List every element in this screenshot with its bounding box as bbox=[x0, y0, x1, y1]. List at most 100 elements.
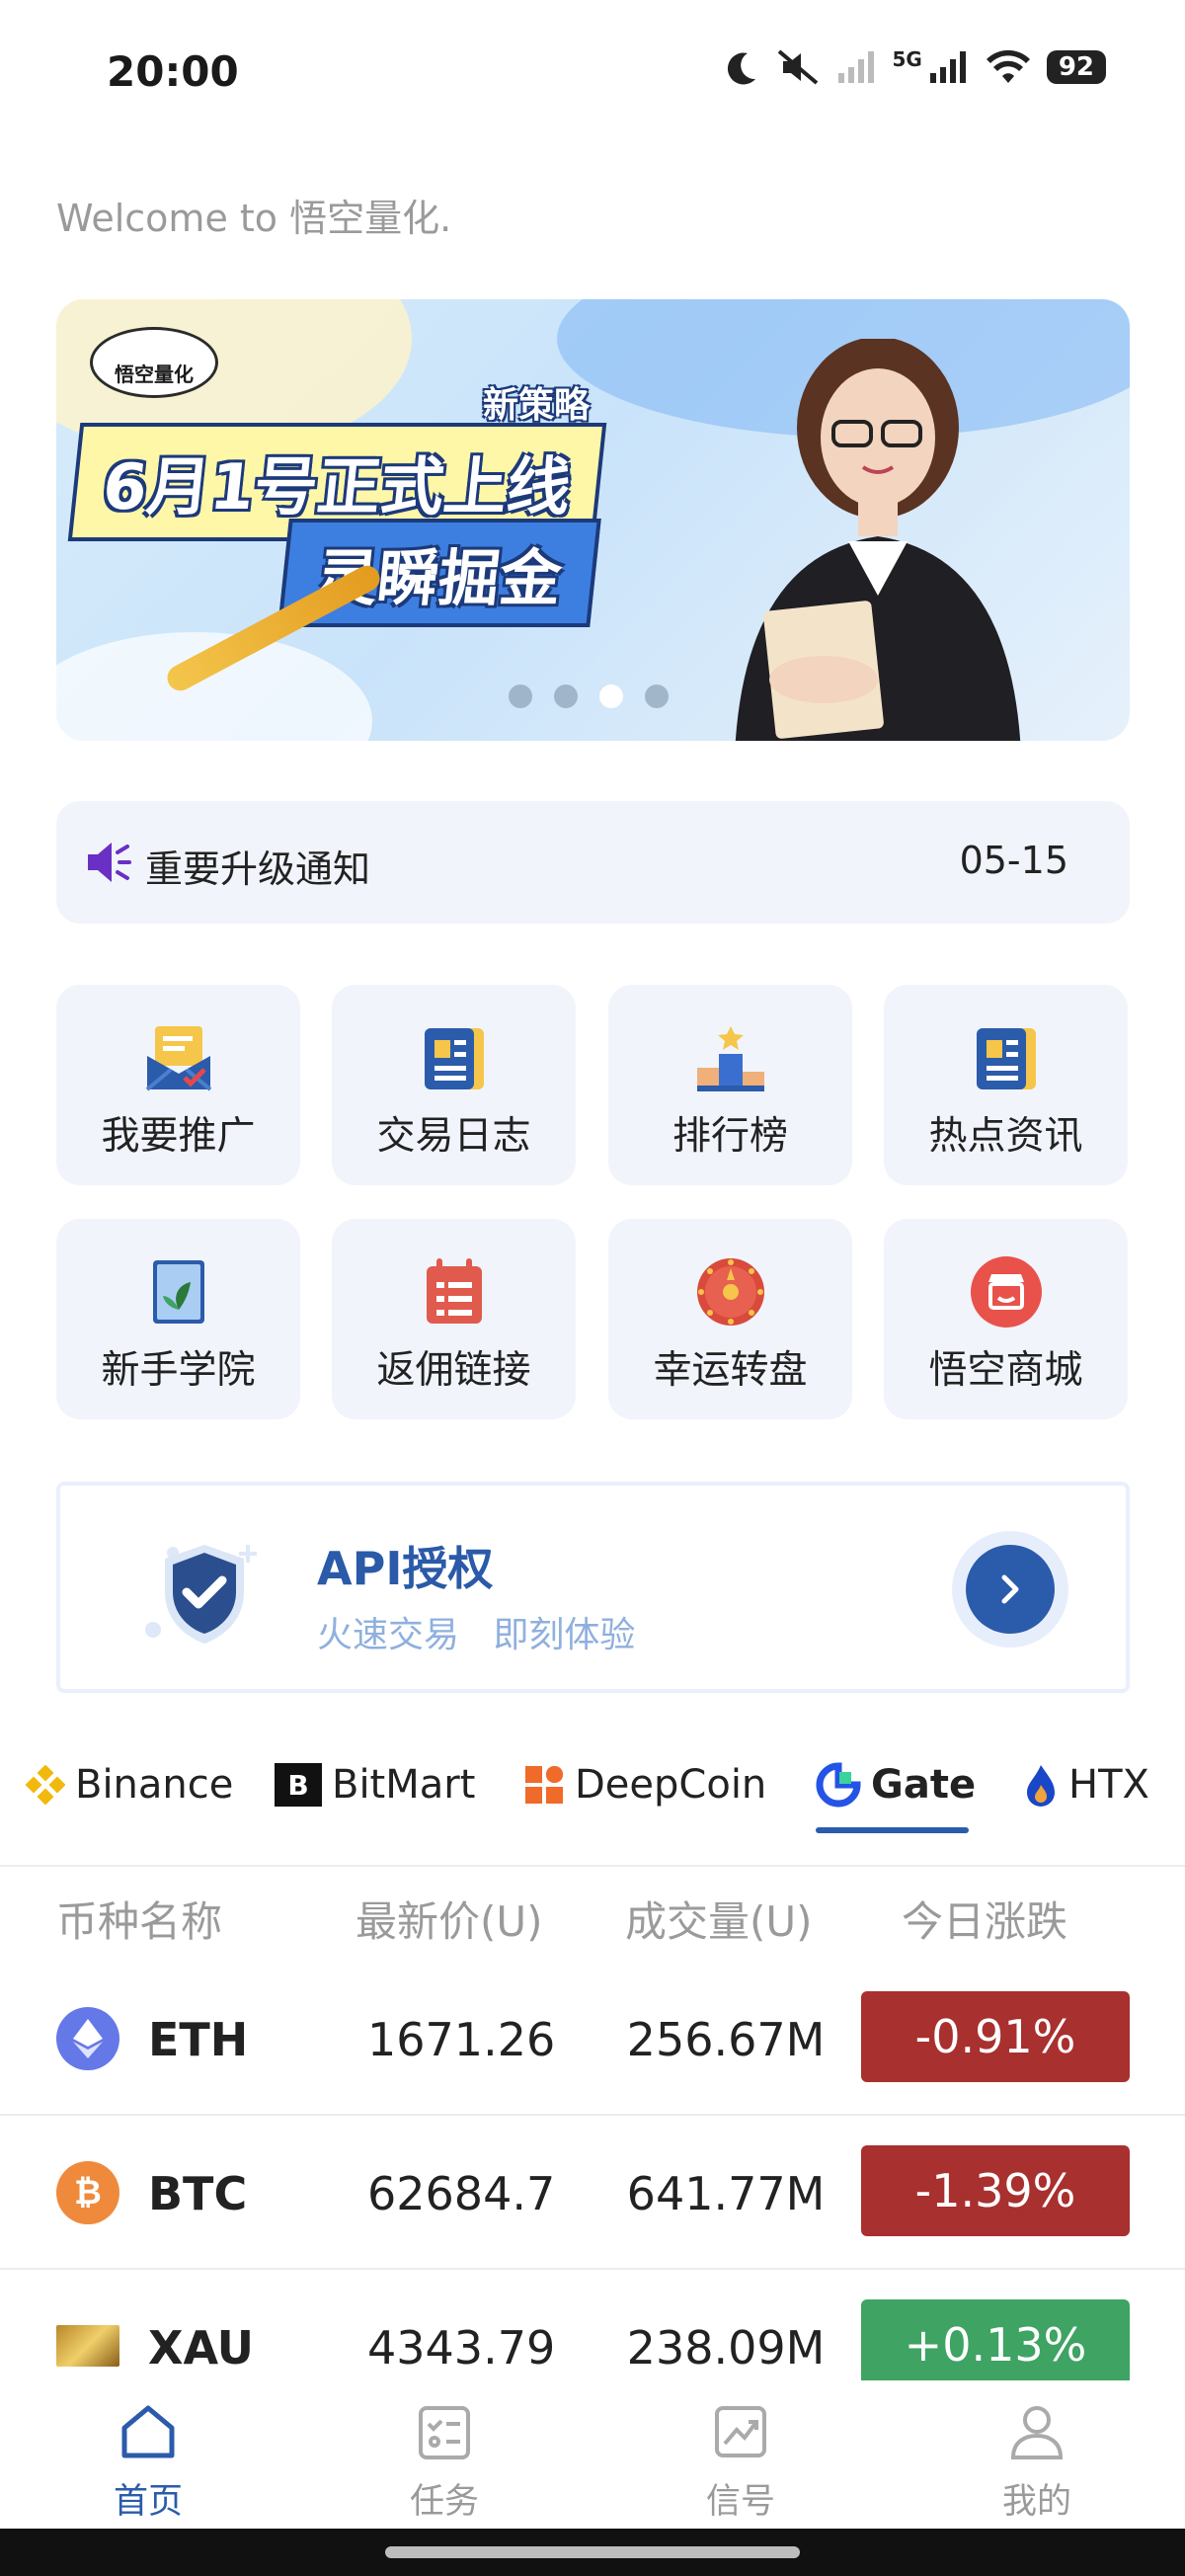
banner-subtitle: 新策略 bbox=[483, 385, 591, 426]
promotion-envelope-icon bbox=[145, 1026, 211, 1091]
tab-label: HTX bbox=[1068, 1762, 1149, 1808]
change-badge: +0.13% bbox=[861, 2299, 1130, 2390]
coin-volume: 256.67M bbox=[626, 2013, 826, 2066]
tab-bitmart[interactable]: B BitMart bbox=[275, 1762, 475, 1808]
status-time: 20:00 bbox=[107, 47, 239, 96]
coin-volume: 641.77M bbox=[626, 2167, 826, 2220]
mute-icon bbox=[778, 49, 819, 85]
notice-date: 05-15 bbox=[959, 839, 1068, 882]
journal-icon bbox=[424, 1028, 484, 1089]
nav-label: 我的 bbox=[1001, 2482, 1071, 2522]
notice-bar[interactable]: 重要升级通知 05-15 bbox=[56, 801, 1130, 924]
tab-label: BitMart bbox=[332, 1762, 476, 1808]
speaker-icon bbox=[88, 843, 131, 882]
table-row[interactable]: ₿ BTC 62684.7 641.77M -1.39% bbox=[0, 2116, 1185, 2270]
column-header-volume: 成交量(U) bbox=[625, 1897, 813, 1946]
nav-profile[interactable]: 我的 bbox=[963, 2400, 1111, 2524]
grid-item-label: 交易日志 bbox=[376, 1114, 531, 1159]
battery-indicator: 92 bbox=[1046, 50, 1106, 84]
grid-item-lucky-wheel[interactable]: 幸运转盘 bbox=[608, 1219, 852, 1419]
grid-item-label: 我要推广 bbox=[101, 1114, 256, 1159]
grid-item-trade-journal[interactable]: 交易日志 bbox=[332, 985, 576, 1185]
grid-item-label: 幸运转盘 bbox=[653, 1348, 808, 1393]
grid-item-label: 新手学院 bbox=[101, 1348, 256, 1393]
home-icon bbox=[121, 2405, 175, 2458]
tab-gate[interactable]: Gate bbox=[816, 1762, 976, 1808]
signal-strong-icon bbox=[929, 51, 966, 83]
api-card-title: API授权 bbox=[317, 1542, 494, 1595]
tab-label: Gate bbox=[871, 1762, 977, 1808]
shield-check-icon bbox=[145, 1545, 257, 1644]
tab-label: DeepCoin bbox=[575, 1762, 767, 1808]
banner-logo: 悟空量化 bbox=[90, 327, 218, 398]
gold-bar-icon bbox=[56, 2325, 119, 2367]
coin-volume: 238.09M bbox=[626, 2321, 826, 2375]
shop-icon bbox=[970, 1256, 1042, 1328]
nav-home[interactable]: 首页 bbox=[74, 2400, 222, 2524]
grid-item-shop[interactable]: 悟空商城 bbox=[884, 1219, 1128, 1419]
grid-item-label: 排行榜 bbox=[672, 1114, 788, 1159]
task-icon bbox=[419, 2406, 470, 2459]
eth-icon bbox=[56, 2007, 119, 2070]
notice-text: 重要升级通知 bbox=[145, 847, 371, 891]
coin-price: 4343.79 bbox=[367, 2321, 556, 2375]
grid-item-hot-news[interactable]: 热点资讯 bbox=[884, 985, 1128, 1185]
btc-icon: ₿ bbox=[56, 2161, 119, 2224]
status-icons: 5G 92 bbox=[722, 47, 1106, 87]
api-authorization-card[interactable]: API授权 火速交易 即刻体验 bbox=[56, 1482, 1130, 1693]
htx-flame-icon bbox=[1027, 1765, 1055, 1807]
welcome-text: Welcome to 悟空量化. bbox=[56, 197, 452, 240]
chevron-right-icon bbox=[1001, 1574, 1019, 1604]
promo-banner[interactable]: 悟空量化 新策略 6月1号正式上线 灵瞬掘金 bbox=[56, 299, 1130, 741]
coin-name: ETH bbox=[148, 2013, 249, 2066]
businesswoman-illustration bbox=[735, 339, 1021, 741]
nav-signals[interactable]: 信号 bbox=[667, 2400, 815, 2524]
deepcoin-icon bbox=[525, 1766, 563, 1804]
tab-label: Binance bbox=[75, 1762, 234, 1808]
carousel-dot-1[interactable] bbox=[509, 684, 532, 708]
carousel-dot-3[interactable] bbox=[599, 684, 623, 708]
nav-tasks[interactable]: 任务 bbox=[370, 2400, 518, 2524]
carousel-dot-2[interactable] bbox=[554, 684, 578, 708]
nav-label: 首页 bbox=[113, 2482, 183, 2522]
gate-icon bbox=[816, 1762, 861, 1808]
wifi-icon bbox=[986, 49, 1030, 83]
leaderboard-icon bbox=[696, 1026, 764, 1091]
carousel-dot-4[interactable] bbox=[645, 684, 669, 708]
home-indicator[interactable] bbox=[385, 2546, 800, 2558]
grid-item-rebate-link[interactable]: 返佣链接 bbox=[332, 1219, 576, 1419]
grid-item-label: 悟空商城 bbox=[928, 1348, 1083, 1393]
grid-item-label: 返佣链接 bbox=[376, 1348, 531, 1393]
book-icon bbox=[152, 1260, 204, 1324]
tab-binance[interactable]: Binance bbox=[26, 1762, 233, 1808]
grid-item-label: 热点资讯 bbox=[928, 1114, 1083, 1159]
active-tab-indicator bbox=[816, 1827, 969, 1833]
network-label: 5G bbox=[892, 47, 922, 71]
nav-label: 任务 bbox=[409, 2482, 479, 2522]
column-header-price: 最新价(U) bbox=[356, 1897, 543, 1946]
bitmart-icon: B bbox=[275, 1763, 322, 1807]
grid-item-promotion[interactable]: 我要推广 bbox=[56, 985, 300, 1185]
table-row[interactable]: ETH 1671.26 256.67M -0.91% bbox=[0, 1962, 1185, 2116]
api-card-arrow-button[interactable] bbox=[966, 1545, 1055, 1634]
tab-htx[interactable]: HTX bbox=[1023, 1762, 1149, 1808]
binance-icon bbox=[26, 1765, 65, 1805]
grid-item-academy[interactable]: 新手学院 bbox=[56, 1219, 300, 1419]
moon-icon bbox=[728, 52, 756, 85]
coin-name: XAU bbox=[148, 2321, 255, 2375]
coin-price: 1671.26 bbox=[367, 2013, 556, 2066]
bottom-nav: 首页 任务 信号 我的 bbox=[0, 2380, 1185, 2529]
carousel-dots[interactable] bbox=[509, 684, 669, 708]
signal-chart-icon bbox=[715, 2406, 766, 2457]
change-badge: -0.91% bbox=[861, 1991, 1130, 2082]
api-card-subtitle: 火速交易 即刻体验 bbox=[317, 1615, 636, 1655]
nav-label: 信号 bbox=[705, 2482, 775, 2522]
tabs-divider bbox=[0, 1865, 1185, 1867]
column-header-change: 今日涨跌 bbox=[902, 1897, 1068, 1946]
tab-deepcoin[interactable]: DeepCoin bbox=[523, 1762, 766, 1808]
signal-weak-icon bbox=[838, 51, 875, 83]
coin-name: BTC bbox=[148, 2167, 248, 2220]
coin-price: 62684.7 bbox=[367, 2167, 556, 2220]
calendar-list-icon bbox=[426, 1258, 482, 1324]
grid-item-leaderboard[interactable]: 排行榜 bbox=[608, 985, 852, 1185]
